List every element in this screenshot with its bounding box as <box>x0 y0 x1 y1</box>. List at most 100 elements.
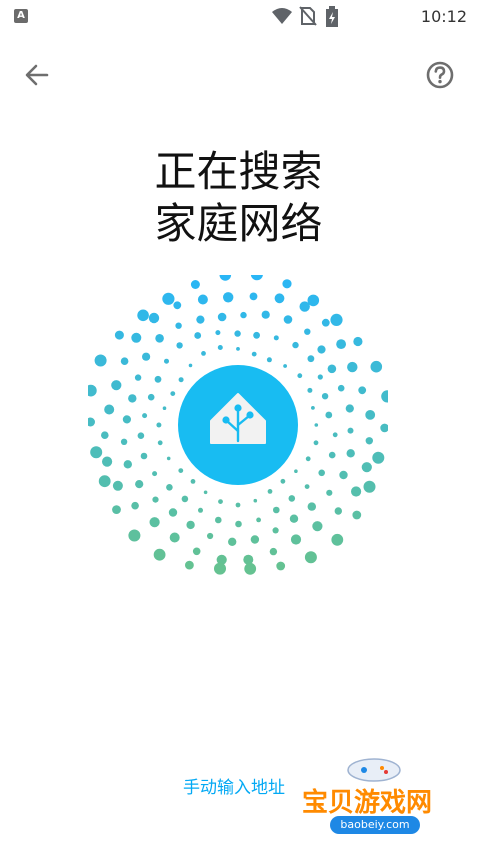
radar-dot <box>253 498 258 503</box>
radar-dot <box>290 534 302 545</box>
radar-dot <box>297 373 303 379</box>
radar-dot <box>217 345 223 350</box>
radar-dot <box>223 292 234 303</box>
gamepad-icon <box>347 758 401 782</box>
radar-dot <box>152 471 158 477</box>
radar-dot <box>88 384 97 397</box>
radar-dot <box>120 357 129 365</box>
radar-dot <box>307 294 320 307</box>
radar-dot <box>331 533 344 546</box>
radar-dot <box>314 423 319 427</box>
screen: A 10:12 正在搜索 家庭网络 手动输入地址 宝贝游戏网 baobeiy.c… <box>0 0 477 849</box>
back-button[interactable] <box>20 58 54 92</box>
radar-dot <box>304 484 310 489</box>
radar-dot <box>358 386 367 395</box>
radar-dot <box>94 354 107 367</box>
radar-dot <box>198 507 203 513</box>
radar-dot <box>236 347 240 351</box>
radar-dot <box>155 334 164 343</box>
radar-dot <box>311 406 315 410</box>
radar-dot <box>157 440 163 446</box>
radar-dot <box>170 391 176 396</box>
radar-dot <box>321 318 330 327</box>
radar-dot <box>304 551 317 564</box>
radar-dot <box>305 456 311 462</box>
radar-dot <box>169 532 180 543</box>
radar-dot <box>266 357 272 363</box>
radar-dot <box>307 355 315 363</box>
page-title: 正在搜索 家庭网络 <box>0 146 477 250</box>
radar-dot <box>332 432 338 438</box>
radar-dot <box>131 501 139 510</box>
radar-dot <box>365 437 373 445</box>
radar-dot <box>345 404 354 413</box>
radar-dot <box>178 377 184 383</box>
manual-address-link[interactable]: 手动输入地址 <box>183 773 285 798</box>
radar-dot <box>294 469 298 473</box>
radar-dot <box>269 547 278 556</box>
radar-dot <box>164 358 169 364</box>
radar-dot <box>363 480 376 493</box>
battery-charging-icon <box>326 6 338 27</box>
radar-dot <box>218 499 223 504</box>
radar-dot <box>283 364 287 368</box>
radar-dot <box>188 363 193 368</box>
radar-dot <box>346 449 355 458</box>
radar-dot <box>381 390 388 403</box>
radar-dot <box>337 384 345 392</box>
help-circle-icon <box>426 61 454 89</box>
radar-dot <box>380 423 388 433</box>
radar-dot <box>149 517 160 528</box>
radar-dot <box>215 330 221 336</box>
radar-dot <box>240 311 247 319</box>
radar-dot <box>313 440 319 446</box>
radar-dot <box>135 480 144 489</box>
radar-dot <box>280 478 286 484</box>
radar-dot <box>175 322 182 329</box>
help-button[interactable] <box>423 58 457 92</box>
radar-dot <box>289 514 299 523</box>
radar-dot <box>292 341 299 349</box>
radar-dot <box>122 415 131 424</box>
radar-dot <box>134 374 142 381</box>
radar-dot <box>353 336 363 347</box>
radar-dot <box>142 413 148 419</box>
radar-dot <box>228 537 237 546</box>
radar-dot <box>276 561 286 571</box>
page-title-line-2: 家庭网络 <box>154 199 323 248</box>
radar-dot <box>272 527 279 534</box>
radar-dot <box>156 422 162 428</box>
radar-dot <box>196 315 205 324</box>
radar-dot <box>176 342 183 349</box>
radar-dot <box>327 364 337 374</box>
radar-dot <box>148 312 160 324</box>
radar-dot <box>104 404 115 415</box>
radar-dot <box>185 560 194 570</box>
radar-dot <box>288 495 296 502</box>
radar-dot <box>312 521 323 532</box>
radar-dot <box>98 475 111 488</box>
radar-dot <box>326 489 333 496</box>
radar-dot <box>274 293 285 304</box>
radar-dot <box>197 294 208 305</box>
app-notification-icon: A <box>14 9 28 23</box>
radar-dot <box>162 406 167 410</box>
radar-dot <box>140 452 148 460</box>
radar-dot <box>253 331 260 339</box>
radar-dot <box>111 380 122 391</box>
radar-dot <box>234 330 241 337</box>
radar-dot <box>267 489 273 494</box>
radar-dot <box>370 360 383 373</box>
watermark-text: 宝贝游戏网 <box>302 788 433 818</box>
radar-dot <box>162 292 175 305</box>
radar-dot <box>283 315 293 324</box>
radar-dot <box>235 520 242 528</box>
radar-dot <box>273 335 279 341</box>
radar-dot <box>112 505 121 514</box>
radar-dot <box>336 339 346 349</box>
radar-dot <box>339 470 348 480</box>
radar-dot <box>250 275 263 281</box>
radar-dot <box>219 275 232 281</box>
radar-dot <box>334 507 342 515</box>
radar-dot <box>217 312 227 322</box>
